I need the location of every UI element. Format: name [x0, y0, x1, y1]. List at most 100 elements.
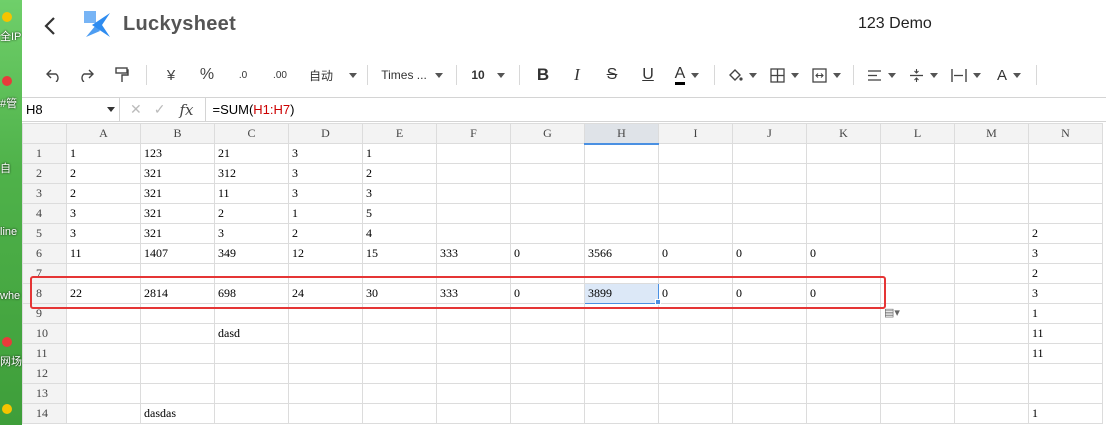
column-header-D[interactable]: D — [288, 123, 363, 144]
currency-format-button[interactable]: ¥ — [153, 61, 189, 89]
cell-A5[interactable]: 3 — [66, 223, 141, 244]
row-header-4[interactable]: 4 — [22, 203, 67, 224]
number-format-select[interactable]: 自动 — [299, 61, 361, 89]
cell-B5[interactable]: 321 — [140, 223, 215, 244]
cell-H1[interactable] — [584, 143, 659, 164]
cell-C6[interactable]: 349 — [214, 243, 289, 264]
row-header-14[interactable]: 14 — [22, 403, 67, 424]
cell-K4[interactable] — [806, 203, 881, 224]
cell-J5[interactable] — [732, 223, 807, 244]
cell-A9[interactable] — [66, 303, 141, 324]
cell-D6[interactable]: 12 — [288, 243, 363, 264]
cell-L4[interactable] — [880, 203, 955, 224]
percent-format-button[interactable]: % — [189, 61, 225, 89]
cell-K6[interactable]: 0 — [806, 243, 881, 264]
cell-E6[interactable]: 15 — [362, 243, 437, 264]
cell-C8[interactable]: 698 — [214, 283, 289, 304]
cell-M1[interactable] — [954, 143, 1029, 164]
cell-I14[interactable] — [658, 403, 733, 424]
cell-A10[interactable] — [66, 323, 141, 344]
cell-C9[interactable] — [214, 303, 289, 324]
cell-B1[interactable]: 123 — [140, 143, 215, 164]
cell-J14[interactable] — [732, 403, 807, 424]
column-header-B[interactable]: B — [140, 123, 215, 144]
cell-E9[interactable] — [362, 303, 437, 324]
row-header-7[interactable]: 7 — [22, 263, 67, 284]
cell-G4[interactable] — [510, 203, 585, 224]
cell-K8[interactable]: 0 — [806, 283, 881, 304]
cell-B9[interactable] — [140, 303, 215, 324]
cell-I4[interactable] — [658, 203, 733, 224]
cell-F6[interactable]: 333 — [436, 243, 511, 264]
cell-M4[interactable] — [954, 203, 1029, 224]
cell-H14[interactable] — [584, 403, 659, 424]
cell-K13[interactable] — [806, 383, 881, 404]
text-rotate-button[interactable]: A — [988, 61, 1030, 89]
cell-F2[interactable] — [436, 163, 511, 184]
redo-button[interactable] — [68, 61, 104, 89]
cell-M2[interactable] — [954, 163, 1029, 184]
cell-J2[interactable] — [732, 163, 807, 184]
cell-E2[interactable]: 2 — [362, 163, 437, 184]
cell-M12[interactable] — [954, 363, 1029, 384]
cell-M8[interactable] — [954, 283, 1029, 304]
cell-E10[interactable] — [362, 323, 437, 344]
cell-N7[interactable]: 2 — [1028, 263, 1103, 284]
cell-G7[interactable] — [510, 263, 585, 284]
cell-C11[interactable] — [214, 343, 289, 364]
cell-A6[interactable]: 11 — [66, 243, 141, 264]
cell-F14[interactable] — [436, 403, 511, 424]
cell-H12[interactable] — [584, 363, 659, 384]
cell-E3[interactable]: 3 — [362, 183, 437, 204]
cell-K14[interactable] — [806, 403, 881, 424]
cell-J6[interactable]: 0 — [732, 243, 807, 264]
cell-B6[interactable]: 1407 — [140, 243, 215, 264]
cell-I5[interactable] — [658, 223, 733, 244]
cell-C2[interactable]: 312 — [214, 163, 289, 184]
cell-D8[interactable]: 24 — [288, 283, 363, 304]
cell-B11[interactable] — [140, 343, 215, 364]
cell-D2[interactable]: 3 — [288, 163, 363, 184]
cell-E14[interactable] — [362, 403, 437, 424]
cell-G11[interactable] — [510, 343, 585, 364]
cell-N5[interactable]: 2 — [1028, 223, 1103, 244]
cell-C4[interactable]: 2 — [214, 203, 289, 224]
cell-J7[interactable] — [732, 263, 807, 284]
cell-J4[interactable] — [732, 203, 807, 224]
cell-C3[interactable]: 11 — [214, 183, 289, 204]
row-header-10[interactable]: 10 — [22, 323, 67, 344]
cell-H7[interactable] — [584, 263, 659, 284]
cell-H13[interactable] — [584, 383, 659, 404]
cell-N10[interactable]: 11 — [1028, 323, 1103, 344]
cell-N2[interactable] — [1028, 163, 1103, 184]
desktop-label[interactable]: 自 — [0, 160, 22, 176]
cell-D3[interactable]: 3 — [288, 183, 363, 204]
cell-C13[interactable] — [214, 383, 289, 404]
cell-D4[interactable]: 1 — [288, 203, 363, 224]
cell-A4[interactable]: 3 — [66, 203, 141, 224]
cell-I10[interactable] — [658, 323, 733, 344]
cell-M9[interactable] — [954, 303, 1029, 324]
column-header-H[interactable]: H — [584, 123, 659, 145]
cell-M7[interactable] — [954, 263, 1029, 284]
cell-J9[interactable] — [732, 303, 807, 324]
cell-N12[interactable] — [1028, 363, 1103, 384]
back-arrow-icon[interactable] — [40, 14, 62, 38]
row-header-13[interactable]: 13 — [22, 383, 67, 404]
cell-L3[interactable] — [880, 183, 955, 204]
cell-L6[interactable] — [880, 243, 955, 264]
merge-cells-button[interactable] — [805, 61, 847, 89]
cell-G5[interactable] — [510, 223, 585, 244]
cancel-icon[interactable]: ✕ — [130, 101, 142, 118]
font-size-select[interactable]: 10 — [463, 61, 513, 89]
strikethrough-button[interactable]: S — [594, 61, 630, 89]
cell-C12[interactable] — [214, 363, 289, 384]
cell-L7[interactable] — [880, 263, 955, 284]
cell-M11[interactable] — [954, 343, 1029, 364]
cell-J10[interactable] — [732, 323, 807, 344]
cell-B3[interactable]: 321 — [140, 183, 215, 204]
cell-N9[interactable]: 1 — [1028, 303, 1103, 324]
cell-K9[interactable] — [806, 303, 881, 324]
desktop-label[interactable]: #管 — [0, 95, 22, 111]
cell-F7[interactable] — [436, 263, 511, 284]
